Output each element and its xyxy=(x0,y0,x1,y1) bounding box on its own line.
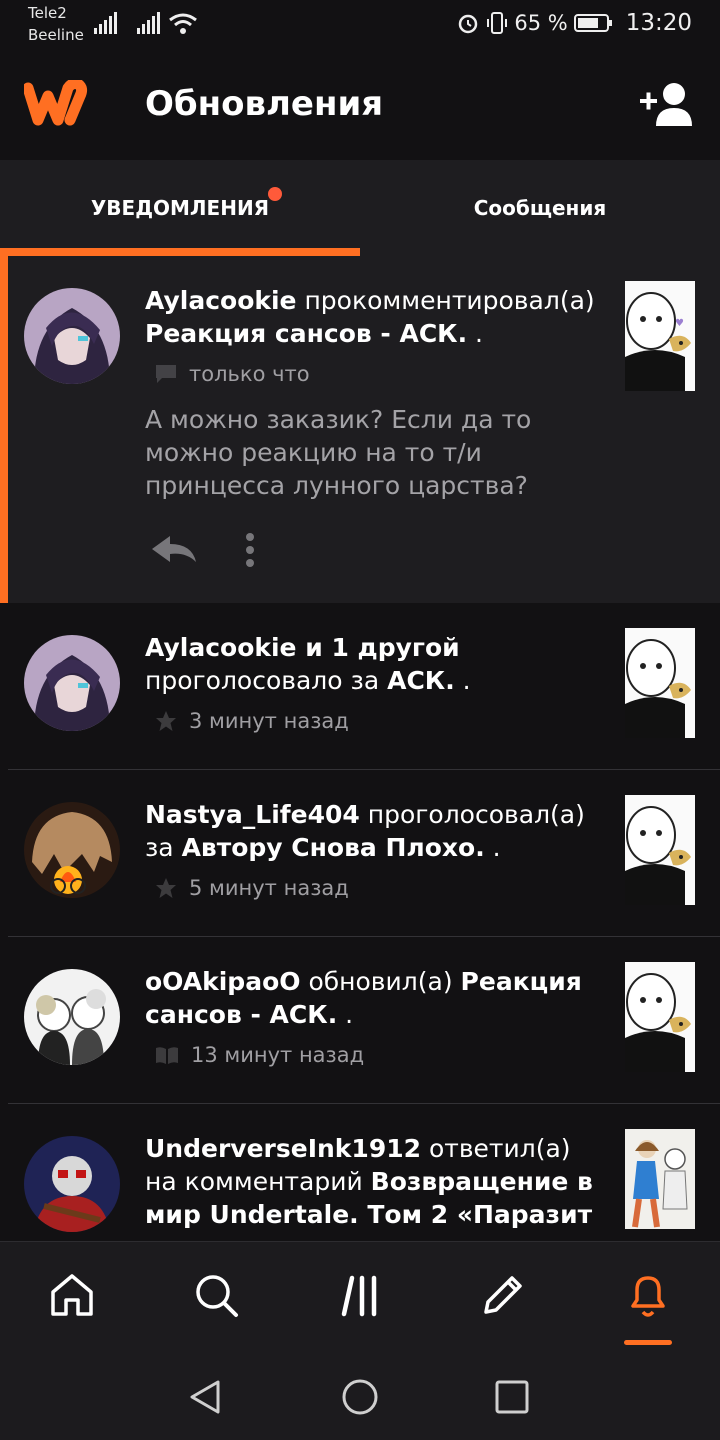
notification-item[interactable]: Aylacookie прокомментировал(а) Реакция с… xyxy=(0,256,720,603)
star-icon xyxy=(156,878,176,898)
notification-item[interactable]: Aylacookie и 1 другой проголосовало за А… xyxy=(0,603,720,770)
notification-meta: только что xyxy=(155,362,310,386)
notification-list[interactable]: Aylacookie прокомментировал(а) Реакция с… xyxy=(0,256,720,1241)
avatar[interactable] xyxy=(24,635,120,731)
new-notification-bar xyxy=(0,256,8,603)
carrier-1: Tele2 xyxy=(28,4,67,22)
notification-user[interactable]: Aylacookie и 1 другой xyxy=(145,633,460,662)
story-cover-image xyxy=(625,795,695,905)
story-cover-image: ♥ xyxy=(625,281,695,391)
avatar-image xyxy=(24,969,120,1065)
notification-user[interactable]: Aylacookie xyxy=(145,286,297,315)
home-circle-icon[interactable] xyxy=(341,1378,379,1416)
status-bar: Tele2 Beeline 65 % 13:20 xyxy=(0,0,720,52)
recents-icon[interactable] xyxy=(494,1378,530,1416)
story-cover-image xyxy=(625,628,695,738)
active-tab-indicator xyxy=(0,248,360,256)
search-icon[interactable] xyxy=(193,1272,239,1318)
avatar-image xyxy=(24,288,120,384)
notification-text: Nastya_Life404 проголосовал(а) за Автору… xyxy=(145,800,585,862)
comment-icon xyxy=(156,365,176,383)
wifi-icon xyxy=(169,13,197,34)
vibrate-icon xyxy=(487,12,508,34)
add-user-icon[interactable] xyxy=(640,82,696,128)
tab-bar: УВЕДОМЛЕНИЯ Сообщения xyxy=(0,160,720,256)
signal-icon-1 xyxy=(94,12,117,34)
more-options-icon[interactable] xyxy=(244,532,256,568)
bottom-navigation xyxy=(0,1241,720,1355)
notification-user[interactable]: Nastya_Life404 xyxy=(145,800,360,829)
star-icon xyxy=(156,711,176,731)
story-cover[interactable] xyxy=(625,962,695,1072)
notification-target[interactable]: Реакция сансов - АСК. xyxy=(145,319,467,348)
notification-user[interactable]: UnderverseInk1912 xyxy=(145,1134,421,1163)
avatar[interactable] xyxy=(24,1136,120,1232)
avatar[interactable] xyxy=(24,288,120,384)
comment-text: А можно заказик? Если да то можно реакци… xyxy=(145,405,532,500)
system-navigation xyxy=(0,1354,720,1440)
wattpad-logo-icon[interactable] xyxy=(24,80,88,126)
notification-time: только что xyxy=(189,362,310,386)
tab-messages[interactable]: Сообщения xyxy=(360,160,720,256)
book-icon xyxy=(156,1047,178,1064)
notification-item[interactable]: Nastya_Life404 проголосовал(а) за Автору… xyxy=(0,770,720,937)
back-icon[interactable] xyxy=(188,1378,224,1416)
avatar[interactable] xyxy=(24,802,120,898)
signal-icon-2 xyxy=(137,12,160,34)
notification-text: Aylacookie прокомментировал(а) Реакция с… xyxy=(145,286,595,348)
notification-dot xyxy=(268,187,282,201)
avatar[interactable] xyxy=(24,969,120,1065)
notification-time: 5 минут назад xyxy=(189,876,349,900)
tab-messages-label: Сообщения xyxy=(473,196,607,220)
tab-notifications[interactable]: УВЕДОМЛЕНИЯ xyxy=(0,160,360,256)
notification-target[interactable]: АСК. xyxy=(387,666,455,695)
clock: 13:20 xyxy=(625,10,692,36)
avatar-image xyxy=(24,802,120,898)
notification-item[interactable]: UnderverseInk1912 ответил(а) на коммента… xyxy=(0,1104,720,1241)
notification-meta: 3 минут назад xyxy=(155,709,349,733)
notification-meta: 5 минут назад xyxy=(155,876,349,900)
avatar-image xyxy=(24,635,120,731)
story-cover[interactable] xyxy=(625,628,695,738)
svg-text:♥: ♥ xyxy=(675,318,684,329)
story-cover[interactable] xyxy=(625,1129,695,1229)
active-nav-indicator xyxy=(624,1340,672,1345)
home-icon[interactable] xyxy=(50,1272,94,1318)
library-icon[interactable] xyxy=(340,1272,384,1318)
reply-icon[interactable] xyxy=(150,532,200,566)
notification-text: oOAkipaoO обновил(а) Реакция сансов - АС… xyxy=(145,967,582,1029)
avatar-image xyxy=(24,1136,120,1232)
notifications-bell-icon[interactable] xyxy=(625,1272,671,1318)
tab-notifications-label: УВЕДОМЛЕНИЯ xyxy=(90,196,270,220)
notification-target[interactable]: Автору Снова Плохо. xyxy=(182,833,485,862)
notification-time: 13 минут назад xyxy=(191,1043,365,1067)
page-title: Обновления xyxy=(145,84,384,124)
battery-percent: 65 % xyxy=(514,11,568,35)
alarm-icon xyxy=(459,14,478,34)
story-cover-image xyxy=(625,962,695,1072)
notification-meta: 13 минут назад xyxy=(155,1043,364,1067)
app-header: Обновления xyxy=(0,52,720,160)
notification-time: 3 минут назад xyxy=(189,709,349,733)
notification-text: UnderverseInk1912 ответил(а) на коммента… xyxy=(145,1132,605,1241)
notification-item[interactable]: oOAkipaoO обновил(а) Реакция сансов - АС… xyxy=(0,937,720,1104)
notification-text: Aylacookie и 1 другой проголосовало за А… xyxy=(145,633,471,695)
story-cover[interactable] xyxy=(625,795,695,905)
carrier-2: Beeline xyxy=(28,26,84,44)
battery-icon xyxy=(573,14,612,32)
write-icon[interactable] xyxy=(480,1272,526,1318)
story-cover[interactable]: ♥ xyxy=(625,281,695,391)
notification-user[interactable]: oOAkipaoO xyxy=(145,967,301,996)
story-cover-image xyxy=(625,1129,695,1229)
